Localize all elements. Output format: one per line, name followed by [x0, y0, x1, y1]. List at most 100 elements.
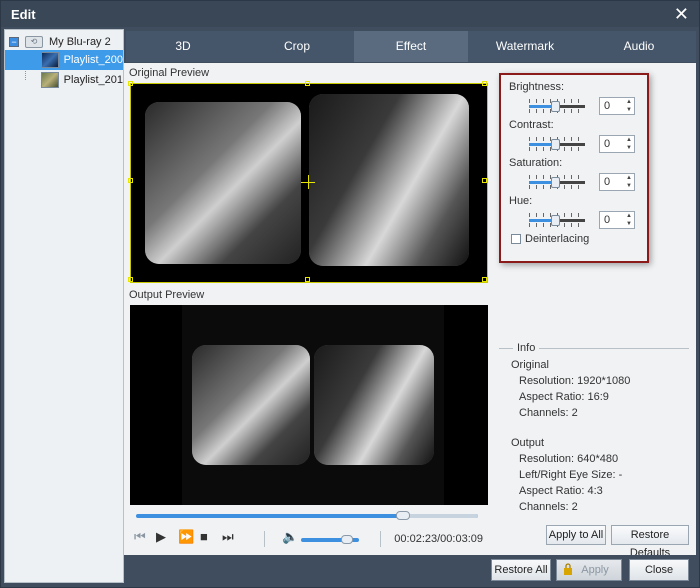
- output-resolution: Resolution: 640*480: [519, 453, 619, 465]
- original-preview[interactable]: [128, 81, 488, 283]
- tree-root[interactable]: − ⟲ My Blu-ray 2: [9, 32, 111, 52]
- skip-back-icon[interactable]: ⏮: [134, 529, 146, 545]
- window-title: Edit: [11, 7, 36, 22]
- separator: [380, 531, 381, 547]
- tab-effect[interactable]: Effect: [354, 31, 468, 62]
- edit-window: Edit ✕ − ⟲ My Blu-ray 2 Playlist_200 Pla…: [0, 0, 700, 588]
- tree-item-playlist-200[interactable]: Playlist_200: [5, 50, 123, 70]
- preview-area: Original Preview Output Preview ⏮ ▶ ⏩ ■ …: [124, 63, 491, 583]
- crop-handle[interactable]: [305, 277, 310, 282]
- title-bar: Edit ✕: [1, 1, 699, 27]
- crop-handle[interactable]: [128, 277, 133, 282]
- progress-thumb[interactable]: [396, 511, 410, 520]
- footer-bar: Restore All Apply Close: [124, 555, 699, 585]
- brightness-value: 0: [604, 100, 611, 112]
- video-frame-left: [145, 102, 301, 264]
- play-icon[interactable]: ▶: [156, 529, 166, 545]
- apply-to-all-button[interactable]: Apply to All: [546, 525, 606, 545]
- brightness-slider[interactable]: [529, 99, 585, 113]
- stop-icon[interactable]: ■: [200, 529, 208, 544]
- crop-handle[interactable]: [482, 178, 487, 183]
- tree-item-playlist-201[interactable]: Playlist_201: [5, 70, 123, 90]
- original-preview-label: Original Preview: [129, 67, 210, 79]
- crosshair: [308, 175, 309, 189]
- output-aspect-ratio: Aspect Ratio: 4:3: [519, 485, 603, 497]
- original-aspect-ratio: Aspect Ratio: 16:9: [519, 391, 609, 403]
- spinner-arrows-icon[interactable]: ▲ ▼: [626, 98, 632, 114]
- output-eye-size: Left/Right Eye Size: -: [519, 469, 623, 481]
- deinterlacing-option[interactable]: Deinterlacing: [511, 233, 589, 245]
- video-thumbnail: [41, 52, 59, 68]
- volume-slider[interactable]: [301, 535, 359, 544]
- saturation-label: Saturation:: [509, 157, 563, 169]
- lock-icon: [564, 563, 572, 575]
- brightness-knob[interactable]: [551, 101, 560, 112]
- info-heading: Info: [499, 342, 689, 354]
- tab-watermark[interactable]: Watermark: [468, 31, 582, 62]
- disc-icon: ⟲: [25, 36, 43, 48]
- output-heading: Output: [511, 437, 545, 449]
- tree-root-label: My Blu-ray 2: [49, 36, 111, 48]
- hue-spinner[interactable]: 0 ▲ ▼: [599, 211, 635, 229]
- video-frame-left: [192, 345, 310, 465]
- saturation-value: 0: [604, 176, 611, 188]
- separator: [264, 531, 265, 547]
- tab-3d[interactable]: 3D: [126, 31, 240, 62]
- player-controls: ⏮ ▶ ⏩ ■ ⏭ 🔈 00:02:23/00:03:09: [124, 525, 491, 551]
- video-frame-right: [309, 94, 469, 266]
- hue-label: Hue:: [509, 195, 533, 207]
- contrast-slider[interactable]: [529, 137, 585, 151]
- close-icon[interactable]: ✕: [674, 4, 689, 25]
- deinterlacing-checkbox[interactable]: [511, 234, 521, 244]
- hue-slider[interactable]: [529, 213, 585, 227]
- spinner-arrows-icon[interactable]: ▲ ▼: [626, 212, 632, 228]
- adjustment-panel: Brightness: 0 ▲ ▼ Contrast: 0 ▲ ▼ Saturati…: [499, 73, 649, 263]
- edit-tabs: 3D Crop Effect Watermark Audio: [126, 31, 696, 62]
- original-channels: Channels: 2: [519, 407, 578, 419]
- brightness-label: Brightness:: [509, 81, 565, 93]
- crop-handle[interactable]: [482, 277, 487, 282]
- playlist-tree: − ⟲ My Blu-ray 2 Playlist_200 Playlist_2…: [4, 29, 124, 583]
- restore-all-button[interactable]: Restore All: [491, 559, 551, 581]
- crop-handle[interactable]: [305, 81, 310, 86]
- timecode: 00:02:23/00:03:09: [394, 533, 483, 545]
- original-heading: Original: [511, 359, 549, 371]
- contrast-knob[interactable]: [551, 139, 560, 150]
- tree-item-label: Playlist_200: [63, 54, 123, 66]
- apply-button[interactable]: Apply: [556, 559, 622, 581]
- crop-handle[interactable]: [128, 81, 133, 86]
- brightness-spinner[interactable]: 0 ▲ ▼: [599, 97, 635, 115]
- effect-settings: Brightness: 0 ▲ ▼ Contrast: 0 ▲ ▼ Saturati…: [491, 63, 696, 559]
- original-resolution: Resolution: 1920*1080: [519, 375, 631, 387]
- crop-handle[interactable]: [128, 178, 133, 183]
- output-preview-label: Output Preview: [129, 289, 205, 301]
- volume-thumb[interactable]: [341, 535, 353, 544]
- output-preview: [130, 305, 488, 505]
- contrast-label: Contrast:: [509, 119, 554, 131]
- hue-knob[interactable]: [551, 215, 560, 226]
- video-thumbnail: [41, 72, 59, 88]
- spinner-arrows-icon[interactable]: ▲ ▼: [626, 174, 632, 190]
- progress-remaining: [403, 514, 478, 518]
- crop-handle[interactable]: [482, 81, 487, 86]
- tab-audio[interactable]: Audio: [582, 31, 696, 62]
- skip-forward-icon[interactable]: ⏭: [222, 529, 234, 545]
- apply-label: Apply: [581, 564, 609, 576]
- saturation-spinner[interactable]: 0 ▲ ▼: [599, 173, 635, 191]
- close-button[interactable]: Close: [629, 559, 689, 581]
- deinterlacing-label: Deinterlacing: [525, 233, 590, 245]
- fast-forward-icon[interactable]: ⏩: [178, 529, 194, 545]
- saturation-slider[interactable]: [529, 175, 585, 189]
- playback-progress-bar[interactable]: [136, 511, 478, 520]
- spinner-arrows-icon[interactable]: ▲ ▼: [626, 136, 632, 152]
- restore-defaults-button[interactable]: Restore Defaults: [611, 525, 689, 559]
- video-frame-right: [314, 345, 434, 465]
- tree-item-label: Playlist_201: [63, 74, 123, 86]
- saturation-knob[interactable]: [551, 177, 560, 188]
- volume-icon[interactable]: 🔈: [282, 529, 298, 545]
- contrast-spinner[interactable]: 0 ▲ ▼: [599, 135, 635, 153]
- collapse-icon[interactable]: −: [9, 37, 19, 47]
- info-heading-label: Info: [513, 342, 540, 354]
- contrast-value: 0: [604, 138, 611, 150]
- tab-crop[interactable]: Crop: [240, 31, 354, 62]
